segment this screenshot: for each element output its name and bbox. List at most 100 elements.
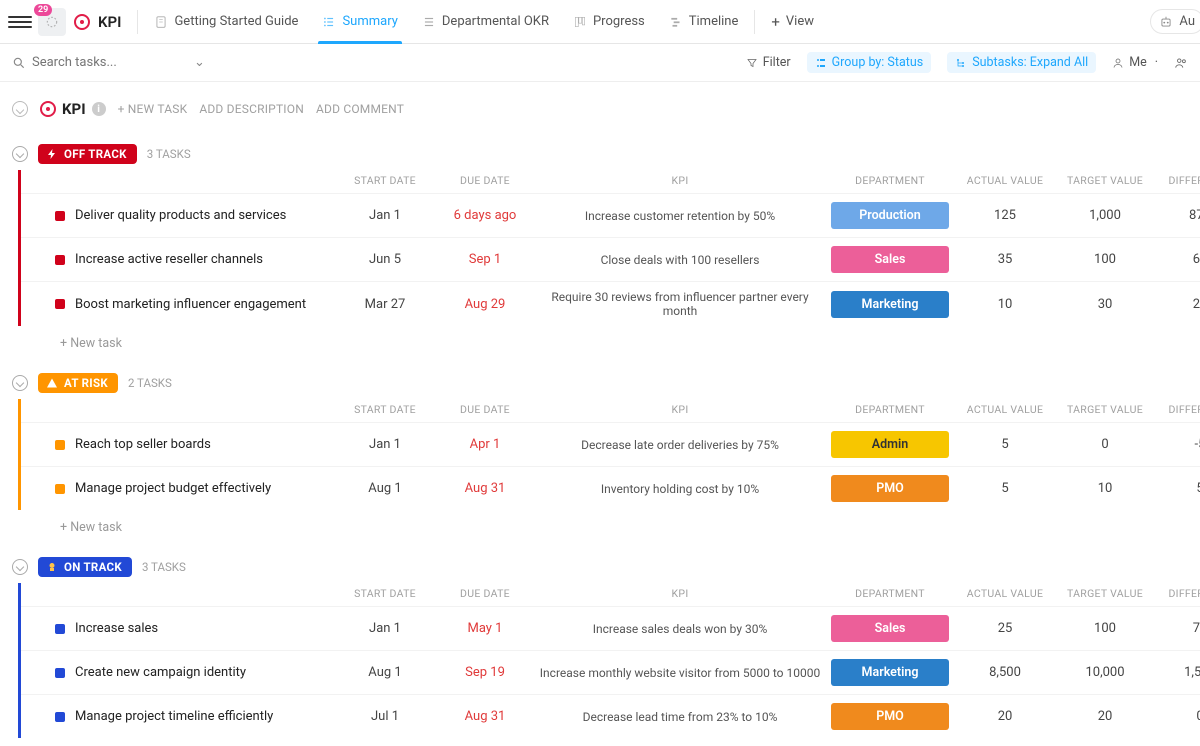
actual-value[interactable]: 35 [955, 252, 1055, 267]
tab-departmental-okr[interactable]: Departmental OKR [410, 0, 561, 43]
department-tag[interactable]: Admin [831, 431, 949, 458]
tab-progress[interactable]: Progress [561, 0, 657, 43]
table-row[interactable]: Increase active reseller channels Jun 5 … [21, 237, 1200, 281]
start-date[interactable]: Jan 1 [335, 208, 435, 223]
target-value[interactable]: 0 [1055, 437, 1155, 452]
difference-value[interactable]: 75 [1155, 621, 1200, 636]
actual-value[interactable]: 125 [955, 208, 1055, 223]
start-date[interactable]: Aug 1 [335, 665, 435, 680]
collapse-icon[interactable] [12, 146, 28, 162]
actual-value[interactable]: 5 [955, 481, 1055, 496]
department-tag[interactable]: Marketing [831, 291, 949, 318]
target-value[interactable]: 10,000 [1055, 665, 1155, 680]
menu-icon[interactable] [8, 10, 32, 34]
automate-button[interactable]: Au [1150, 9, 1200, 34]
status-square-icon[interactable] [55, 668, 65, 678]
add-view-button[interactable]: + View [759, 0, 826, 43]
status-chip[interactable]: ON TRACK [38, 557, 132, 577]
status-square-icon[interactable] [55, 624, 65, 634]
table-row[interactable]: Deliver quality products and services Ja… [21, 193, 1200, 237]
status-square-icon[interactable] [55, 712, 65, 722]
table-row[interactable]: Boost marketing influencer engagement Ma… [21, 281, 1200, 326]
due-date[interactable]: Aug 29 [435, 297, 535, 312]
collapse-all-icon[interactable] [12, 101, 28, 117]
due-date[interactable]: May 1 [435, 621, 535, 636]
target-value[interactable]: 100 [1055, 252, 1155, 267]
new-task-button[interactable]: + NEW TASK [118, 102, 188, 116]
status-square-icon[interactable] [55, 211, 65, 221]
target-value[interactable]: 30 [1055, 297, 1155, 312]
status-square-icon[interactable] [55, 484, 65, 494]
due-date[interactable]: 6 days ago [435, 208, 535, 223]
department-tag[interactable]: Production [831, 202, 949, 229]
table-row[interactable]: Create new campaign identity Aug 1 Sep 1… [21, 650, 1200, 694]
difference-value[interactable]: 65 [1155, 252, 1200, 267]
search-box[interactable] [12, 55, 182, 70]
actual-value[interactable]: 8,500 [955, 665, 1055, 680]
tree-icon [955, 57, 967, 69]
due-date[interactable]: Aug 31 [435, 709, 535, 724]
status-square-icon[interactable] [55, 255, 65, 265]
department-tag[interactable]: Sales [831, 246, 949, 273]
tab-timeline[interactable]: Timeline [657, 0, 751, 43]
start-date[interactable]: Jul 1 [335, 709, 435, 724]
kpi-text: Increase sales deals won by 30% [535, 622, 825, 636]
department-tag[interactable]: PMO [831, 703, 949, 730]
difference-value[interactable]: -5 [1155, 437, 1200, 452]
tab-getting-started[interactable]: Getting Started Guide [142, 0, 310, 43]
start-date[interactable]: Aug 1 [335, 481, 435, 496]
task-name: Create new campaign identity [75, 665, 246, 680]
filter-icon [746, 57, 758, 69]
workspace-icon[interactable]: 29 [38, 8, 66, 36]
difference-value[interactable]: 20 [1155, 297, 1200, 312]
actual-value[interactable]: 10 [955, 297, 1055, 312]
tab-summary[interactable]: Summary [310, 0, 409, 43]
subtasks-button[interactable]: Subtasks: Expand All [947, 52, 1096, 73]
status-chip[interactable]: OFF TRACK [38, 144, 137, 164]
info-icon[interactable]: i [92, 102, 106, 116]
start-date[interactable]: Mar 27 [335, 297, 435, 312]
collapse-icon[interactable] [12, 375, 28, 391]
new-task-row[interactable]: + New task [12, 326, 1200, 357]
start-date[interactable]: Jun 5 [335, 252, 435, 267]
difference-value[interactable]: 1,500 [1155, 665, 1200, 680]
add-description-button[interactable]: ADD DESCRIPTION [199, 102, 304, 116]
new-task-row[interactable]: + New task [12, 510, 1200, 541]
me-filter-button[interactable]: Me · [1112, 55, 1158, 70]
department-tag[interactable]: PMO [831, 475, 949, 502]
filter-button[interactable]: Filter [746, 55, 791, 70]
target-value[interactable]: 1,000 [1055, 208, 1155, 223]
actual-value[interactable]: 25 [955, 621, 1055, 636]
target-value[interactable]: 20 [1055, 709, 1155, 724]
start-date[interactable]: Jan 1 [335, 437, 435, 452]
search-input[interactable] [32, 55, 152, 70]
chevron-down-icon[interactable]: ⌄ [194, 55, 205, 70]
target-value[interactable]: 100 [1055, 621, 1155, 636]
table-row[interactable]: Increase sales Jan 1 May 1 Increase sale… [21, 606, 1200, 650]
plus-icon: + [771, 13, 780, 31]
due-date[interactable]: Sep 1 [435, 252, 535, 267]
task-name: Increase active reseller channels [75, 252, 263, 267]
table-row[interactable]: Manage project budget effectively Aug 1 … [21, 466, 1200, 510]
status-square-icon[interactable] [55, 440, 65, 450]
assignee-button[interactable] [1174, 56, 1188, 70]
difference-value[interactable]: 5 [1155, 481, 1200, 496]
status-chip[interactable]: AT RISK [38, 373, 118, 393]
target-value[interactable]: 10 [1055, 481, 1155, 496]
difference-value[interactable]: 0 [1155, 709, 1200, 724]
start-date[interactable]: Jan 1 [335, 621, 435, 636]
due-date[interactable]: Sep 19 [435, 665, 535, 680]
status-square-icon[interactable] [55, 299, 65, 309]
group-by-button[interactable]: Group by: Status [807, 52, 932, 73]
department-tag[interactable]: Sales [831, 615, 949, 642]
collapse-icon[interactable] [12, 559, 28, 575]
add-comment-button[interactable]: ADD COMMENT [316, 102, 404, 116]
actual-value[interactable]: 5 [955, 437, 1055, 452]
actual-value[interactable]: 20 [955, 709, 1055, 724]
department-tag[interactable]: Marketing [831, 659, 949, 686]
due-date[interactable]: Apr 1 [435, 437, 535, 452]
difference-value[interactable]: 875 [1155, 208, 1200, 223]
table-row[interactable]: Manage project timeline efficiently Jul … [21, 694, 1200, 738]
table-row[interactable]: Reach top seller boards Jan 1 Apr 1 Decr… [21, 422, 1200, 466]
due-date[interactable]: Aug 31 [435, 481, 535, 496]
